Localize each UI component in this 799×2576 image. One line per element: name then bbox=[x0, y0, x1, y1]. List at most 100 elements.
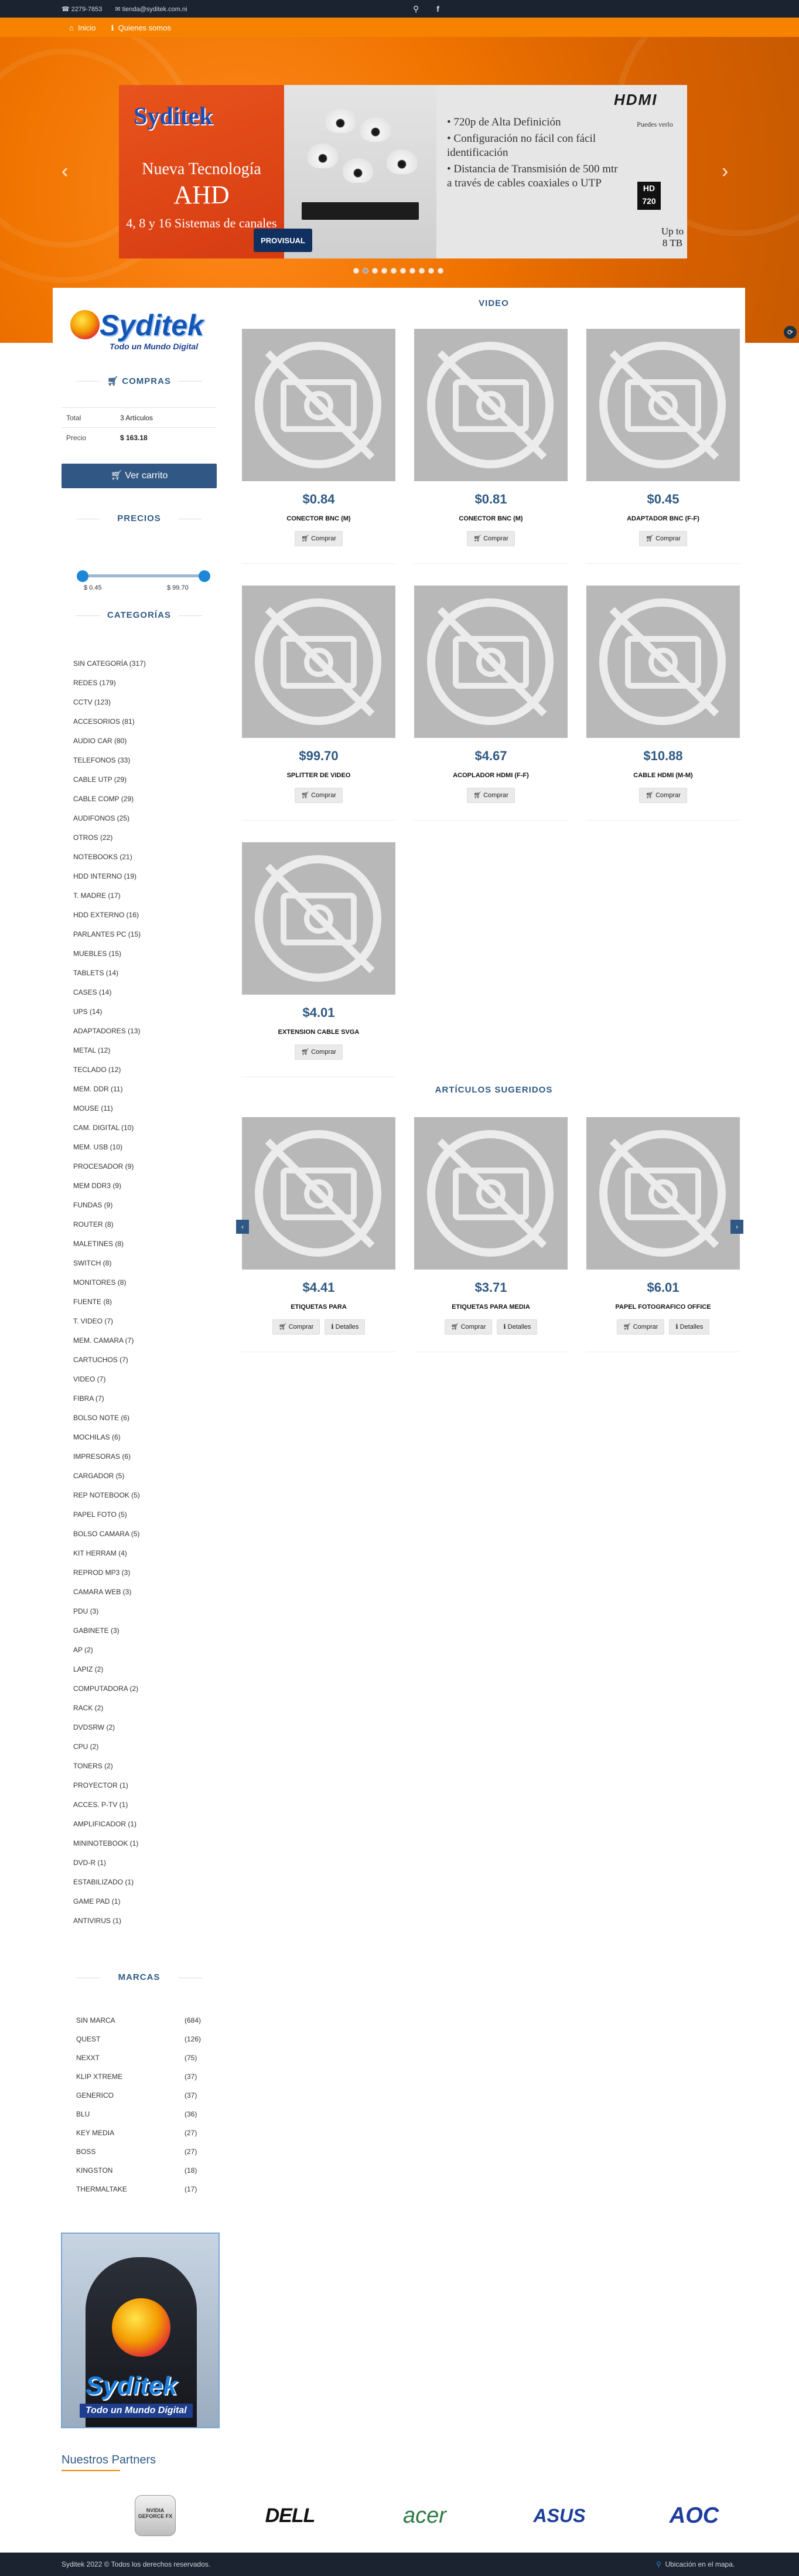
partner-logo-acer[interactable]: acer bbox=[387, 2498, 463, 2533]
carousel-next-button[interactable]: › bbox=[730, 1220, 743, 1234]
category-item[interactable]: CAM. DIGITAL (10) bbox=[73, 1118, 214, 1138]
product-name[interactable]: SPLITTER DE VIDEO bbox=[242, 772, 395, 779]
category-item[interactable]: MEM. CAMARA (7) bbox=[73, 1331, 214, 1350]
product-image-placeholder[interactable] bbox=[242, 329, 395, 481]
brand-item[interactable]: QUEST (126) bbox=[76, 2030, 211, 2048]
category-item[interactable]: PAPEL FOTO (5) bbox=[73, 1505, 214, 1524]
slider-dot[interactable] bbox=[381, 268, 387, 274]
product-name[interactable]: CABLE HDMI (M-M) bbox=[586, 772, 740, 779]
category-item[interactable]: CARGADOR (5) bbox=[73, 1466, 214, 1486]
category-item[interactable]: MOUSE (11) bbox=[73, 1099, 214, 1118]
category-item[interactable]: TELEFONOS (33) bbox=[73, 751, 214, 770]
category-item[interactable]: PROYECTOR (1) bbox=[73, 1776, 214, 1795]
slider-dot[interactable] bbox=[438, 268, 443, 274]
buy-button[interactable]: 🛒︎ Comprar bbox=[467, 531, 515, 546]
details-button[interactable]: ℹ Detalles bbox=[497, 1319, 538, 1335]
category-item[interactable]: REPROD MP3 (3) bbox=[73, 1563, 214, 1583]
site-logo[interactable]: Syditek Todo un Mundo Digital bbox=[67, 305, 208, 358]
category-item[interactable]: COMPUTADORA (2) bbox=[73, 1679, 214, 1699]
product-name[interactable]: ADAPTADOR BNC (F-F) bbox=[586, 515, 740, 522]
category-item[interactable]: HDD INTERNO (19) bbox=[73, 867, 214, 886]
buy-button[interactable]: 🛒︎ Comprar bbox=[272, 1319, 320, 1335]
brand-item[interactable]: BLU (36) bbox=[76, 2105, 211, 2124]
product-image-placeholder[interactable] bbox=[586, 1117, 740, 1270]
category-item[interactable]: T. MADRE (17) bbox=[73, 886, 214, 906]
category-item[interactable]: NOTEBOOKS (21) bbox=[73, 848, 214, 867]
view-cart-button[interactable]: 🛒︎ Ver carrito bbox=[62, 464, 217, 488]
category-item[interactable]: UPS (14) bbox=[73, 1002, 214, 1022]
slider-dot[interactable] bbox=[428, 268, 434, 274]
category-item[interactable]: ESTABILIZADO (1) bbox=[73, 1873, 214, 1892]
product-image-placeholder[interactable] bbox=[414, 329, 568, 481]
category-item[interactable]: METAL (12) bbox=[73, 1041, 214, 1060]
category-item[interactable]: OTROS (22) bbox=[73, 828, 214, 848]
email-info[interactable]: ✉ tienda@syditek.com.ni bbox=[115, 5, 187, 13]
category-item[interactable]: LAPIZ (2) bbox=[73, 1660, 214, 1679]
product-image-placeholder[interactable] bbox=[242, 842, 395, 995]
category-item[interactable]: CCTV (123) bbox=[73, 693, 214, 712]
category-item[interactable]: ACCESORIOS (81) bbox=[73, 712, 214, 731]
product-card[interactable]: $10.88 CABLE HDMI (M-M) 🛒︎ Comprar bbox=[586, 586, 740, 832]
nav-home[interactable]: ⌂ Inicio bbox=[69, 23, 95, 33]
category-item[interactable]: DVD-R (1) bbox=[73, 1853, 214, 1873]
buy-button[interactable]: 🛒︎ Comprar bbox=[616, 1319, 665, 1335]
category-item[interactable]: FIBRA (7) bbox=[73, 1389, 214, 1408]
product-name[interactable]: CONECTOR BNC (M) bbox=[242, 515, 395, 522]
buy-button[interactable]: 🛒︎ Comprar bbox=[444, 1319, 493, 1335]
brand-item[interactable]: KEY MEDIA (27) bbox=[76, 2124, 211, 2142]
slider-dot[interactable] bbox=[409, 268, 415, 274]
category-item[interactable]: MININOTEBOOK (1) bbox=[73, 1834, 214, 1853]
category-item[interactable]: BOLSO NOTE (6) bbox=[73, 1408, 214, 1428]
slider-dot[interactable] bbox=[391, 268, 397, 274]
category-item[interactable]: CARTUCHOS (7) bbox=[73, 1350, 214, 1370]
product-card[interactable]: $0.45 ADAPTADOR BNC (F-F) 🛒︎ Comprar bbox=[586, 329, 740, 575]
brand-item[interactable]: BOSS (27) bbox=[76, 2142, 211, 2161]
email-text[interactable]: tienda@syditek.com.ni bbox=[122, 6, 187, 13]
product-image-placeholder[interactable] bbox=[414, 1117, 568, 1270]
product-image-placeholder[interactable] bbox=[586, 586, 740, 738]
partner-logo-dell[interactable]: DELL bbox=[252, 2498, 328, 2533]
location-icon[interactable]: ⚲ bbox=[413, 4, 419, 14]
category-item[interactable]: ACCES. P-TV (1) bbox=[73, 1795, 214, 1815]
category-item[interactable]: SIN CATEGORÍA (317) bbox=[73, 654, 214, 673]
product-card[interactable]: $4.41 ETIQUETAS PARA 🛒︎ Comprar ℹ Detalles bbox=[242, 1117, 395, 1363]
category-item[interactable]: MALETINES (8) bbox=[73, 1234, 214, 1254]
promo-banner[interactable]: Syditek Nueva Tecnología AHD 4, 8 y 16 S… bbox=[119, 85, 687, 258]
category-item[interactable]: MONITORES (8) bbox=[73, 1273, 214, 1292]
brand-item[interactable]: KINGSTON (18) bbox=[76, 2161, 211, 2180]
category-item[interactable]: AUDIFONOS (25) bbox=[73, 809, 214, 828]
category-item[interactable]: CASES (14) bbox=[73, 983, 214, 1002]
category-item[interactable]: MUEBLES (15) bbox=[73, 944, 214, 964]
facebook-icon[interactable]: f bbox=[436, 4, 439, 14]
category-item[interactable]: BOLSO CAMARA (5) bbox=[73, 1524, 214, 1544]
category-item[interactable]: TONERS (2) bbox=[73, 1757, 214, 1776]
category-item[interactable]: SWITCH (8) bbox=[73, 1254, 214, 1273]
price-slider[interactable] bbox=[78, 574, 204, 577]
category-item[interactable]: REDES (179) bbox=[73, 673, 214, 693]
product-name[interactable]: EXTENSION CABLE SVGA bbox=[242, 1029, 395, 1036]
brand-item[interactable]: SIN MARCA (684) bbox=[76, 2011, 211, 2030]
slider-dot[interactable] bbox=[353, 268, 359, 274]
category-item[interactable]: GABINETE (3) bbox=[73, 1621, 214, 1641]
category-item[interactable]: MEM DDR3 (9) bbox=[73, 1176, 214, 1196]
price-slider-min-handle[interactable] bbox=[77, 570, 88, 582]
buy-button[interactable]: 🛒︎ Comprar bbox=[467, 788, 515, 803]
category-item[interactable]: T. VIDEO (7) bbox=[73, 1312, 214, 1331]
product-card[interactable]: $6.01 PAPEL FOTOGRAFICO OFFICE 🛒︎ Comprar ℹ… bbox=[586, 1117, 740, 1363]
category-item[interactable]: RACK (2) bbox=[73, 1699, 214, 1718]
buy-button[interactable]: 🛒︎ Comprar bbox=[295, 1044, 343, 1060]
category-item[interactable]: CABLE UTP (29) bbox=[73, 770, 214, 790]
category-item[interactable]: ANTIVIRUS (1) bbox=[73, 1911, 214, 1931]
category-item[interactable]: MOCHILAS (6) bbox=[73, 1428, 214, 1447]
buy-button[interactable]: 🛒︎ Comprar bbox=[295, 788, 343, 803]
brand-item[interactable]: KLIP XTREME (37) bbox=[76, 2067, 211, 2086]
category-item[interactable]: AP (2) bbox=[73, 1641, 214, 1660]
product-card[interactable]: $0.81 CONECTOR BNC (M) 🛒︎ Comprar bbox=[414, 329, 568, 575]
share-icon[interactable]: ⟳ bbox=[784, 326, 797, 339]
category-item[interactable]: MEM. USB (10) bbox=[73, 1138, 214, 1157]
product-image-placeholder[interactable] bbox=[414, 586, 568, 738]
category-item[interactable]: GAME PAD (1) bbox=[73, 1892, 214, 1911]
buy-button[interactable]: 🛒︎ Comprar bbox=[295, 531, 343, 546]
slider-dot[interactable] bbox=[363, 268, 368, 274]
promo-image[interactable]: Syditek Todo un Mundo Digital bbox=[61, 2233, 220, 2428]
